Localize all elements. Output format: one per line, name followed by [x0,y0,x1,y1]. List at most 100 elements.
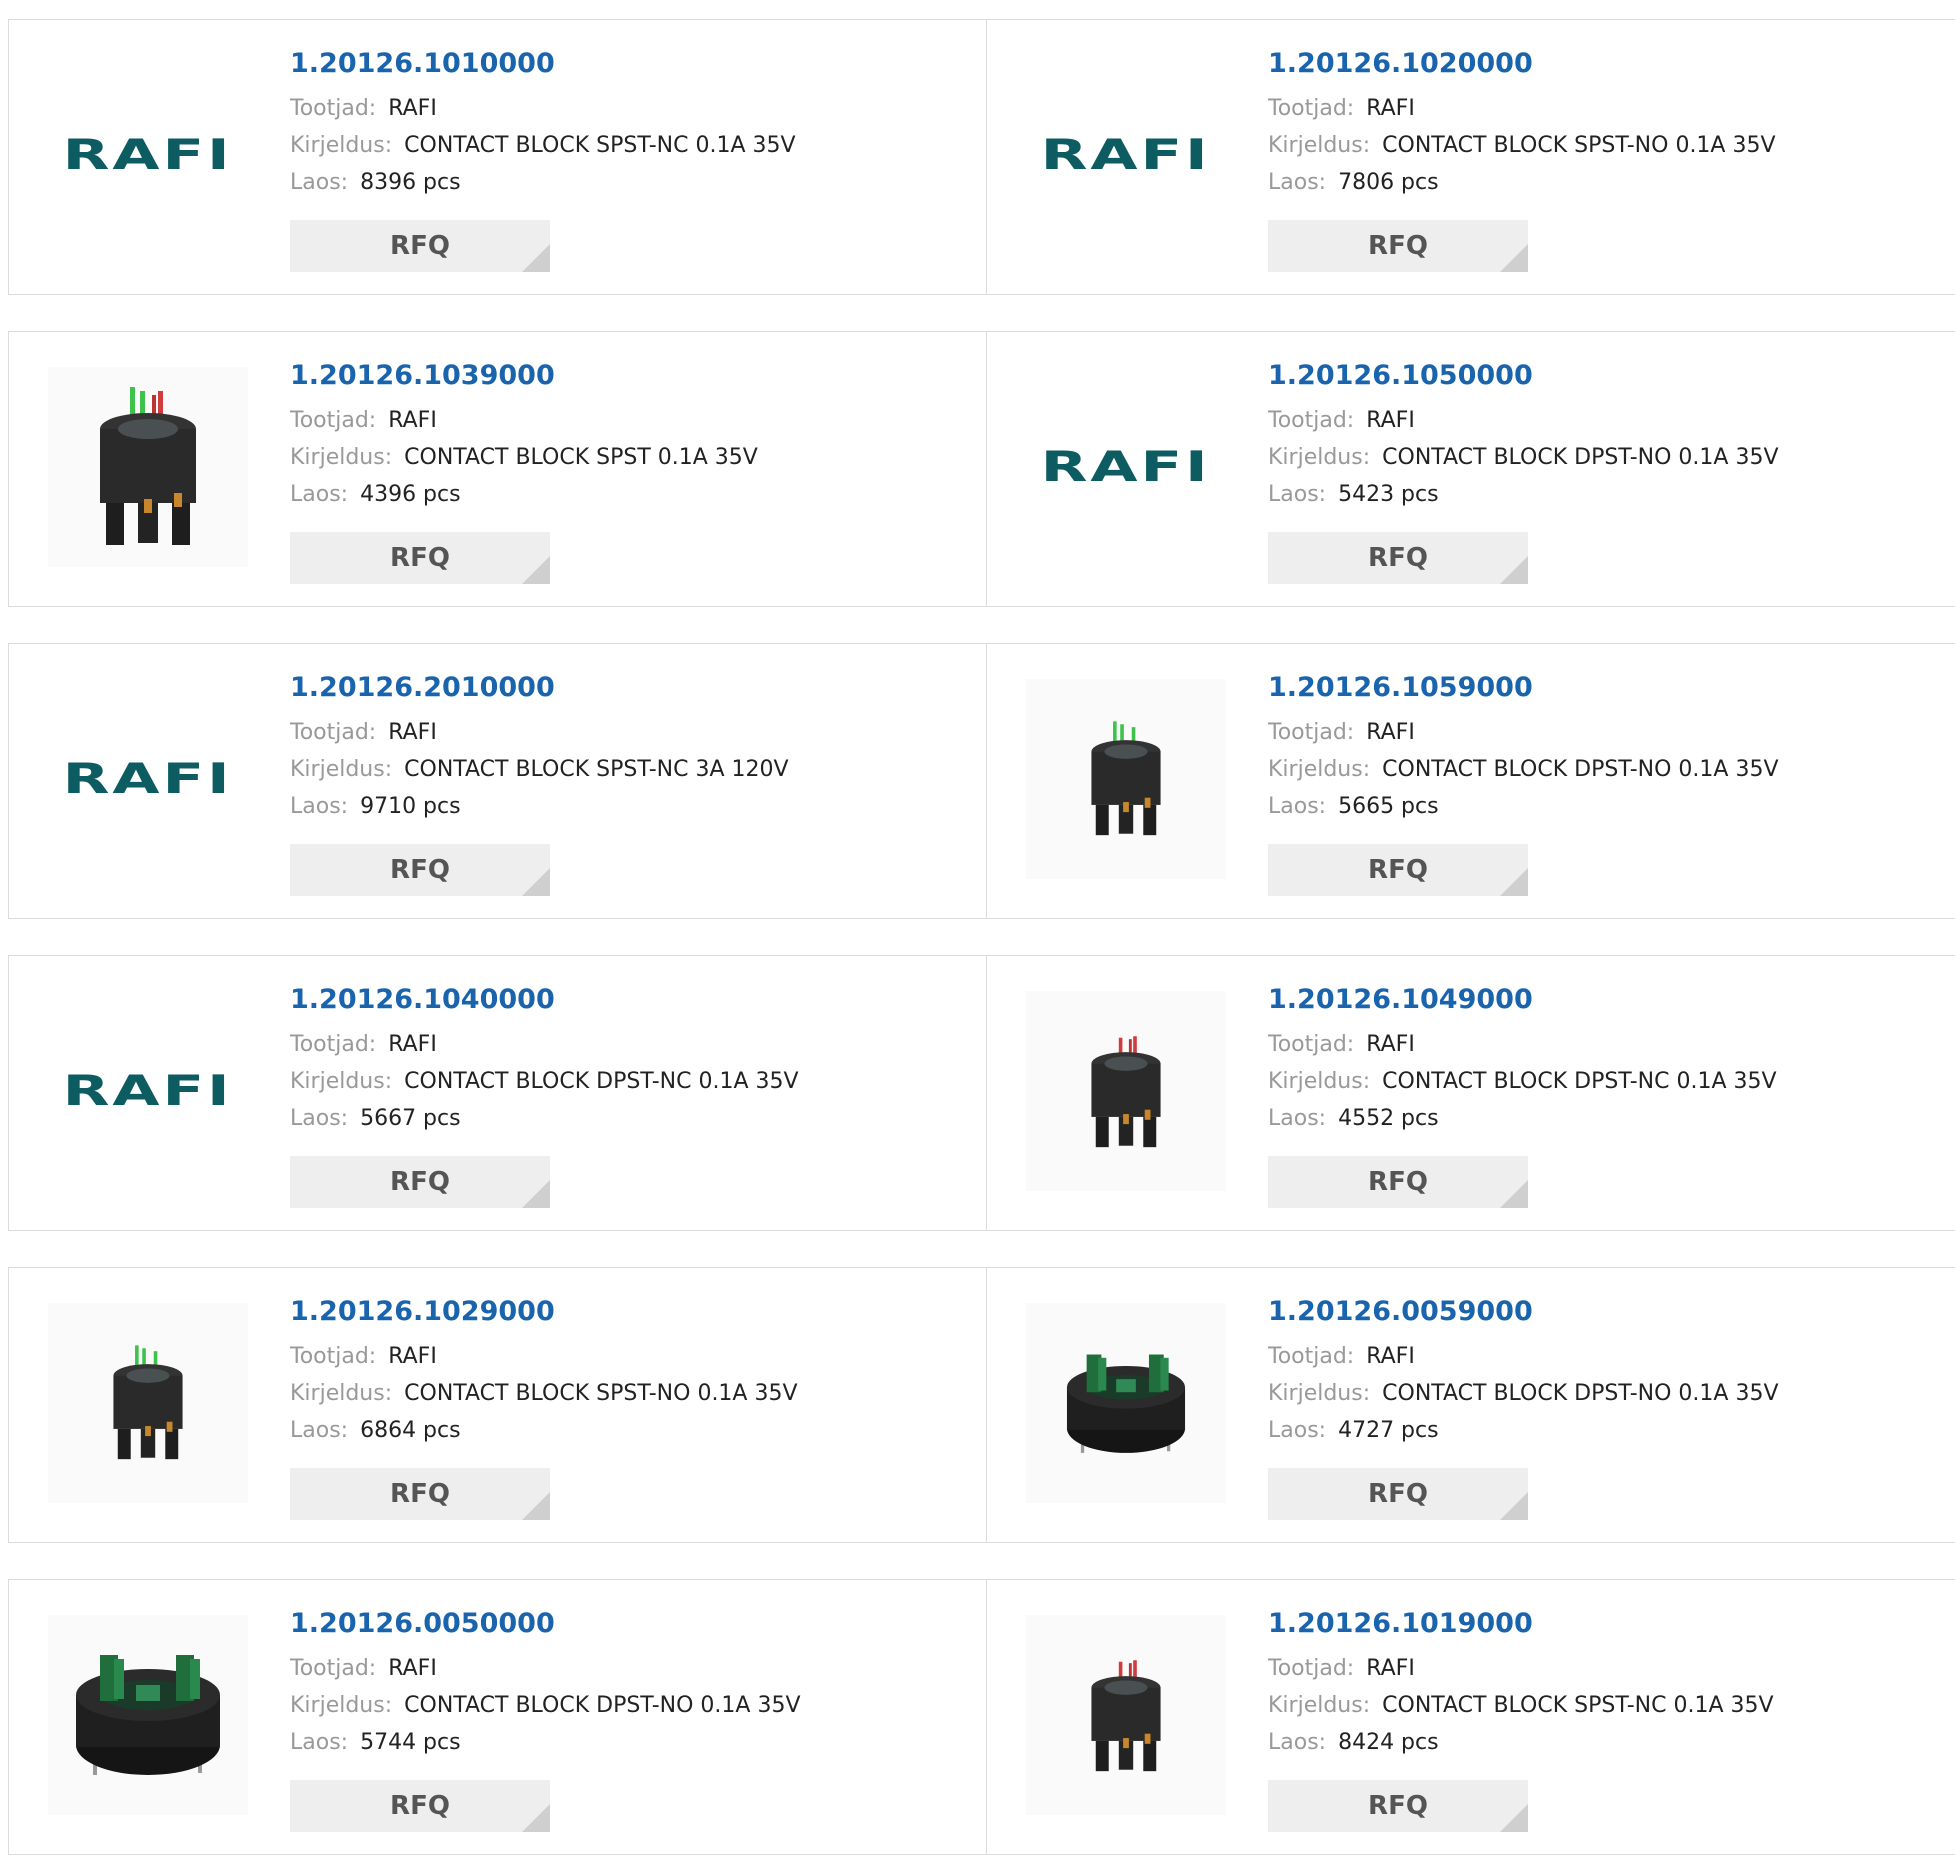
part-number-link[interactable]: 1.20126.1029000 [290,1296,798,1328]
part-number-link[interactable]: 1.20126.1020000 [1268,48,1776,80]
product-image[interactable]: RAFI [48,55,248,255]
description-value: CONTACT BLOCK DPST-NC 0.1A 35V [404,1069,799,1095]
rfq-button[interactable]: RFQ [1268,220,1528,272]
part-number-link[interactable]: 1.20126.0059000 [1268,1296,1779,1328]
corner-fold-icon [522,244,550,272]
stock-value: 4727 pcs [1338,1418,1439,1444]
manufacturer-label: Tootjad: [1268,1656,1355,1682]
corner-fold-icon [522,556,550,584]
manufacturer-row: Tootjad: RAFI [290,714,789,751]
rfq-button[interactable]: RFQ [1268,1156,1528,1208]
rfq-button[interactable]: RFQ [1268,844,1528,896]
rfq-button[interactable]: RFQ [290,220,550,272]
description-label: Kirjeldus: [290,1693,393,1719]
manufacturer-value: RAFI [1366,720,1415,746]
stock-row: Laos: 8424 pcs [1268,1724,1774,1761]
description-row: Kirjeldus: CONTACT BLOCK DPST-NO 0.1A 35V [1268,1375,1779,1412]
rfq-button[interactable]: RFQ [290,844,550,896]
product-image[interactable]: RAFI [48,991,248,1191]
rfq-button[interactable]: RFQ [1268,1780,1528,1832]
description-row: Kirjeldus: CONTACT BLOCK DPST-NO 0.1A 35V [290,1687,801,1724]
description-label: Kirjeldus: [290,1069,393,1095]
manufacturer-label: Tootjad: [1268,1344,1355,1370]
description-row: Kirjeldus: CONTACT BLOCK SPST-NC 0.1A 35V [1268,1687,1774,1724]
description-label: Kirjeldus: [1268,1381,1371,1407]
stock-row: Laos: 4552 pcs [1268,1100,1777,1137]
rafi-logo: RAFI [63,1066,233,1115]
part-number-link[interactable]: 1.20126.0050000 [290,1608,801,1640]
manufacturer-value: RAFI [1366,1344,1415,1370]
product-card: 1.20126.0050000 Tootjad: RAFI Kirjeldus: C… [8,1579,987,1855]
manufacturer-row: Tootjad: RAFI [290,402,758,439]
stock-value: 4396 pcs [360,482,461,508]
product-image[interactable]: RAFI [1026,55,1226,255]
manufacturer-value: RAFI [388,720,437,746]
description-value: CONTACT BLOCK DPST-NC 0.1A 35V [1382,1069,1777,1095]
product-info: 1.20126.1049000 Tootjad: RAFI Kirjeldus: C… [1268,984,1777,1137]
part-number-link[interactable]: 1.20126.1010000 [290,48,796,80]
product-image[interactable] [48,1615,248,1815]
product-image[interactable] [1026,679,1226,879]
manufacturer-label: Tootjad: [1268,720,1355,746]
rfq-button[interactable]: RFQ [1268,1468,1528,1520]
manufacturer-row: Tootjad: RAFI [290,1650,801,1687]
stock-label: Laos: [1268,482,1327,508]
manufacturer-row: Tootjad: RAFI [1268,1026,1777,1063]
rfq-button[interactable]: RFQ [290,532,550,584]
part-number-link[interactable]: 1.20126.1050000 [1268,360,1779,392]
description-value: CONTACT BLOCK SPST-NC 0.1A 35V [1382,1693,1774,1719]
product-image[interactable] [1026,1303,1226,1503]
rfq-button[interactable]: RFQ [1268,532,1528,584]
product-image[interactable] [1026,1615,1226,1815]
stock-row: Laos: 4396 pcs [290,476,758,513]
rfq-label: RFQ [1368,1479,1428,1509]
part-number-link[interactable]: 1.20126.1039000 [290,360,758,392]
rfq-button[interactable]: RFQ [290,1468,550,1520]
rfq-button[interactable]: RFQ [290,1780,550,1832]
description-label: Kirjeldus: [1268,1693,1371,1719]
rfq-button[interactable]: RFQ [290,1156,550,1208]
stock-row: Laos: 8396 pcs [290,164,796,201]
manufacturer-row: Tootjad: RAFI [1268,1650,1774,1687]
stock-label: Laos: [290,170,349,196]
part-number-link[interactable]: 1.20126.1040000 [290,984,799,1016]
part-number-link[interactable]: 1.20126.2010000 [290,672,789,704]
product-image[interactable]: RAFI [48,679,248,879]
stock-row: Laos: 7806 pcs [1268,164,1776,201]
manufacturer-row: Tootjad: RAFI [1268,90,1776,127]
part-number-link[interactable]: 1.20126.1059000 [1268,672,1779,704]
product-image[interactable] [1026,991,1226,1191]
rafi-logo: RAFI [63,754,233,803]
stock-value: 4552 pcs [1338,1106,1439,1132]
description-label: Kirjeldus: [1268,1069,1371,1095]
description-value: CONTACT BLOCK SPST-NC 3A 120V [404,757,789,783]
manufacturer-value: RAFI [1366,1032,1415,1058]
product-image[interactable] [48,367,248,567]
rfq-label: RFQ [1368,1791,1428,1821]
stock-value: 8396 pcs [360,170,461,196]
product-card: 1.20126.1029000 Tootjad: RAFI Kirjeldus: C… [8,1267,987,1543]
product-card: RAFI 1.20126.1020000 Tootjad: RAFI Kirjel… [986,19,1955,295]
rafi-logo: RAFI [1041,130,1211,179]
product-card: RAFI 1.20126.1050000 Tootjad: RAFI Kirjel… [986,331,1955,607]
description-value: CONTACT BLOCK SPST-NC 0.1A 35V [404,133,796,159]
manufacturer-value: RAFI [388,1032,437,1058]
corner-fold-icon [522,1492,550,1520]
description-row: Kirjeldus: CONTACT BLOCK SPST-NC 3A 120V [290,751,789,788]
stock-label: Laos: [290,794,349,820]
product-card: 1.20126.0059000 Tootjad: RAFI Kirjeldus: C… [986,1267,1955,1543]
manufacturer-row: Tootjad: RAFI [290,1338,798,1375]
corner-fold-icon [522,1804,550,1832]
stock-label: Laos: [290,1418,349,1444]
product-info: 1.20126.2010000 Tootjad: RAFI Kirjeldus: C… [290,672,789,825]
product-image[interactable]: RAFI [1026,367,1226,567]
product-card: RAFI 1.20126.1010000 Tootjad: RAFI Kirjel… [8,19,987,295]
product-image[interactable] [48,1303,248,1503]
corner-fold-icon [1500,1180,1528,1208]
manufacturer-label: Tootjad: [1268,408,1355,434]
part-number-link[interactable]: 1.20126.1049000 [1268,984,1777,1016]
part-number-link[interactable]: 1.20126.1019000 [1268,1608,1774,1640]
manufacturer-row: Tootjad: RAFI [1268,1338,1779,1375]
description-row: Kirjeldus: CONTACT BLOCK SPST-NC 0.1A 35V [290,127,796,164]
product-card: RAFI 1.20126.1040000 Tootjad: RAFI Kirjel… [8,955,987,1231]
